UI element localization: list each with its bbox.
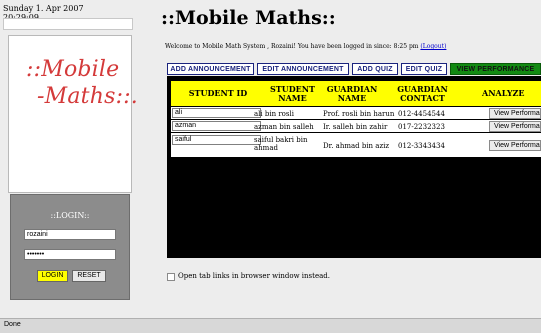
username-input[interactable]: rozaini [24,229,116,240]
student-id-field[interactable]: saiful [172,135,261,145]
logout-link[interactable]: (Logout) [420,43,446,50]
login-panel: ::LOGIN:: [10,194,130,300]
student-name: azman bin salleh [254,123,314,131]
page-title: ::Mobile Maths:: [161,7,336,29]
col-header-student-id: STUDENT ID [188,88,248,98]
login-title: ::LOGIN:: [50,211,90,220]
guardian-name: Dr. ahmad bin aziz [323,142,390,150]
table-row: azman azman bin salleh Ir. salleh bin za… [171,120,541,132]
guardian-contact: 012-4454544 [398,110,445,118]
guardian-name: Prof. rosli bin harun [323,110,395,118]
view-performance-button[interactable]: View Performance [489,121,541,132]
date-box [3,18,133,30]
table-row: saiful saiful bakri bin ahmad Dr. ahmad … [171,133,541,157]
student-name: saiful bakri bin ahmad [254,136,308,152]
tab-view-performance[interactable]: VIEW PERFORMANCE [450,63,541,75]
guardian-contact: 012-3343434 [398,142,445,150]
logo-text-line1: ::Mobile [26,57,120,82]
student-name: ali bin rosli [254,110,294,118]
guardian-name: Ir. salleh bin zahir [323,123,388,131]
login-button[interactable]: LOGIN [37,270,68,282]
open-in-browser-checkbox[interactable] [167,273,175,281]
status-bar [0,318,541,333]
view-performance-button[interactable]: View Performance [489,140,541,151]
student-id-field[interactable]: azman [172,121,261,131]
tab-add-announcement[interactable]: ADD ANNOUNCEMENT [167,63,254,75]
reset-button[interactable]: RESET [72,270,106,282]
tab-add-quiz[interactable]: ADD QUIZ [352,63,398,75]
view-performance-button[interactable]: View Performance [489,108,541,119]
col-header-guardian-contact: GUARDIAN CONTACT [397,83,448,103]
logo-text-line2: -Maths::. [37,84,138,109]
guardian-contact: 017-2232323 [398,123,445,131]
col-header-student-name: STUDENT NAME [269,83,315,103]
password-input[interactable]: ••••••• [24,249,116,260]
student-id-field[interactable]: ali [172,108,261,118]
table-row: ali ali bin rosli Prof. rosli bin harun … [171,107,541,119]
status-text: Done [4,321,21,328]
welcome-text: Welcome to Mobile Math System , Rozaini!… [165,43,419,50]
welcome-message: Welcome to Mobile Math System , Rozaini!… [165,43,446,51]
tab-edit-announcement[interactable]: EDIT ANNOUNCEMENT [257,63,349,75]
col-header-guardian-name: GUARDIAN NAME [326,83,378,103]
col-header-analyze: ANALYZE [482,88,525,98]
tab-edit-quiz[interactable]: EDIT QUIZ [401,63,447,75]
open-in-browser-label: Open tab links in browser window instead… [178,272,330,280]
